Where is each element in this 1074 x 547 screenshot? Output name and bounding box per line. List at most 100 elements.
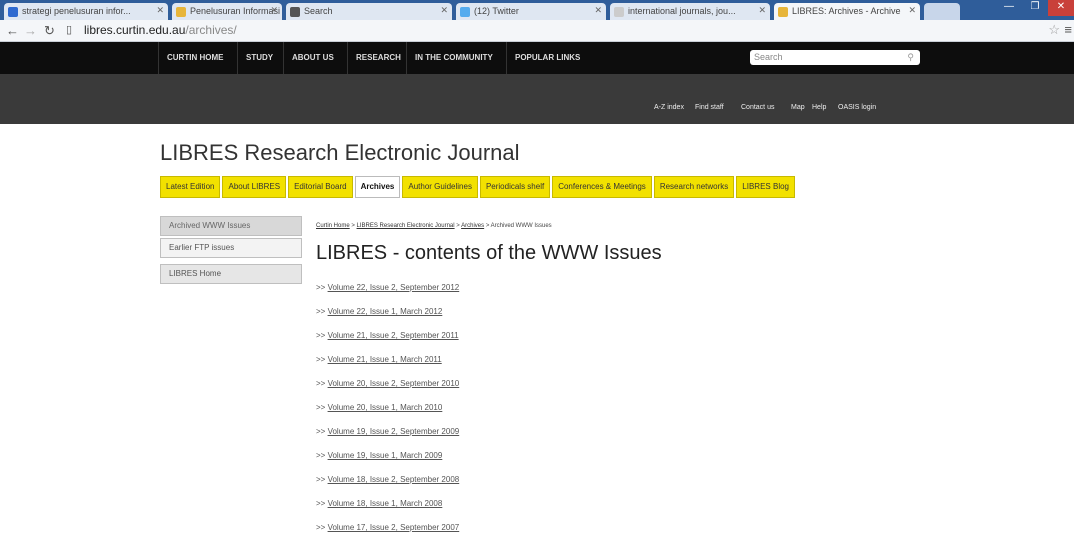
list-bullet: >> <box>316 475 326 484</box>
issue-link[interactable]: Volume 20, Issue 1, March 2010 <box>328 403 443 412</box>
section-tabs: Latest Edition About LIBRES Editorial Bo… <box>160 176 795 198</box>
breadcrumb-separator: > <box>485 223 490 229</box>
subnav-help[interactable]: Help <box>812 104 826 111</box>
breadcrumb-current: Archived WWW Issues <box>490 223 552 229</box>
url-field[interactable]: libres.curtin.edu.au/archives/ <box>84 23 237 37</box>
list-item: >> Volume 19, Issue 1, March 2009 <box>316 451 459 475</box>
list-bullet: >> <box>316 379 326 388</box>
close-tab-icon[interactable]: ✕ <box>270 5 278 16</box>
list-item: >> Volume 19, Issue 2, September 2009 <box>316 427 459 451</box>
breadcrumb-separator: > <box>351 223 355 229</box>
address-bar: ← → ↻ ▯ libres.curtin.edu.au/archives/ ☆… <box>0 20 1074 42</box>
subnav-find-staff[interactable]: Find staff <box>695 104 724 111</box>
list-item: >> Volume 21, Issue 2, September 2011 <box>316 331 459 355</box>
tab-conferences[interactable]: Conferences & Meetings <box>552 176 652 198</box>
subnav-contact-us[interactable]: Contact us <box>741 104 774 111</box>
favicon-icon <box>8 7 18 17</box>
tab-libres-blog[interactable]: LIBRES Blog <box>736 176 795 198</box>
new-tab-button[interactable] <box>924 3 960 20</box>
tab-about-libres[interactable]: About LIBRES <box>222 176 287 198</box>
list-bullet: >> <box>316 427 326 436</box>
list-item: >> Volume 18, Issue 2, September 2008 <box>316 475 459 499</box>
favicon-icon <box>778 7 788 17</box>
restore-icon[interactable]: ❐ <box>1022 0 1048 16</box>
issue-link[interactable]: Volume 20, Issue 2, September 2010 <box>328 379 460 388</box>
url-path: /archives/ <box>185 23 237 37</box>
loading-icon <box>614 7 624 17</box>
sidebar-item-earlier-ftp[interactable]: Earlier FTP issues <box>160 238 302 258</box>
browser-tab[interactable]: international journals, jou... ✕ <box>610 3 770 20</box>
issue-link[interactable]: Volume 19, Issue 1, March 2009 <box>328 451 443 460</box>
tab-author-guidelines[interactable]: Author Guidelines <box>402 176 478 198</box>
subnav-oasis-login[interactable]: OASIS login <box>838 104 876 111</box>
breadcrumb-separator: > <box>456 223 460 229</box>
sidebar-item-archived-www[interactable]: Archived WWW Issues <box>160 216 302 236</box>
back-icon[interactable]: ← <box>6 23 19 38</box>
bookmark-star-icon[interactable]: ☆ <box>1048 22 1060 38</box>
issue-link[interactable]: Volume 17, Issue 2, September 2007 <box>328 523 460 532</box>
search-input[interactable]: Search ⚲ <box>750 50 920 65</box>
close-tab-icon[interactable]: ✕ <box>440 5 448 16</box>
topnav-community[interactable]: IN THE COMMUNITY <box>406 42 501 74</box>
breadcrumb-link[interactable]: Curtin Home <box>316 223 350 229</box>
list-bullet: >> <box>316 307 326 316</box>
browser-tab[interactable]: (12) Twitter ✕ <box>456 3 606 20</box>
issue-link[interactable]: Volume 22, Issue 2, September 2012 <box>328 283 460 292</box>
breadcrumb: Curtin Home > LIBRES Research Electronic… <box>316 223 552 229</box>
list-bullet: >> <box>316 499 326 508</box>
close-tab-icon[interactable]: ✕ <box>908 5 916 16</box>
utility-navigation: A-Z index Find staff Contact us Map Help… <box>0 74 1074 124</box>
list-bullet: >> <box>316 331 326 340</box>
close-icon[interactable]: ✕ <box>1048 0 1074 16</box>
tab-research-networks[interactable]: Research networks <box>653 176 735 198</box>
tab-title: LIBRES: Archives - Archive <box>792 6 901 16</box>
tab-editorial-board[interactable]: Editorial Board <box>288 176 353 198</box>
search-placeholder: Search <box>754 52 783 62</box>
list-item: >> Volume 21, Issue 1, March 2011 <box>316 355 459 379</box>
tab-archives[interactable]: Archives <box>354 176 401 198</box>
issue-link[interactable]: Volume 19, Issue 2, September 2009 <box>328 427 460 436</box>
list-item: >> Volume 20, Issue 1, March 2010 <box>316 403 459 427</box>
sidebar-item-libres-home[interactable]: LIBRES Home <box>160 264 302 284</box>
favicon-icon <box>176 7 186 17</box>
tab-title: international journals, jou... <box>628 6 736 16</box>
search-icon[interactable]: ⚲ <box>907 50 914 65</box>
tab-title: Penelusuran Informasi Ilm... <box>190 6 282 16</box>
issue-link[interactable]: Volume 21, Issue 2, September 2011 <box>328 331 459 340</box>
list-item: >> Volume 20, Issue 2, September 2010 <box>316 379 459 403</box>
tab-title: strategi penelusuran infor... <box>22 6 131 16</box>
tab-latest-edition[interactable]: Latest Edition <box>160 176 221 198</box>
breadcrumb-link[interactable]: LIBRES Research Electronic Journal <box>357 223 455 229</box>
close-tab-icon[interactable]: ✕ <box>594 5 602 16</box>
topnav-research[interactable]: RESEARCH <box>347 42 409 74</box>
list-item: >> Volume 22, Issue 1, March 2012 <box>316 307 459 331</box>
topnav-popular-links[interactable]: POPULAR LINKS <box>506 42 588 74</box>
list-item: >> Volume 17, Issue 2, September 2007 <box>316 523 459 547</box>
menu-icon[interactable]: ≡ <box>1064 22 1072 37</box>
forward-icon[interactable]: → <box>24 23 37 38</box>
minimize-icon[interactable]: — <box>996 0 1022 16</box>
issue-link[interactable]: Volume 18, Issue 2, September 2008 <box>328 475 460 484</box>
topnav-study[interactable]: STUDY <box>237 42 281 74</box>
page-title: LIBRES - contents of the WWW Issues <box>316 242 662 264</box>
browser-tab[interactable]: Search ✕ <box>286 3 452 20</box>
subnav-az-index[interactable]: A-Z index <box>654 104 684 111</box>
breadcrumb-link[interactable]: Archives <box>461 223 484 229</box>
reload-icon[interactable]: ↻ <box>44 23 55 39</box>
browser-tab[interactable]: Penelusuran Informasi Ilm... ✕ <box>172 3 282 20</box>
list-bullet: >> <box>316 403 326 412</box>
issue-link[interactable]: Volume 18, Issue 1, March 2008 <box>328 499 443 508</box>
tab-periodicals-shelf[interactable]: Periodicals shelf <box>479 176 551 198</box>
close-tab-icon[interactable]: ✕ <box>758 5 766 16</box>
window-controls: — ❐ ✕ <box>996 0 1074 16</box>
browser-tab[interactable]: strategi penelusuran infor... ✕ <box>4 3 168 20</box>
subnav-map[interactable]: Map <box>791 104 805 111</box>
topnav-curtin-home[interactable]: CURTIN HOME <box>158 42 231 74</box>
topnav-about-us[interactable]: ABOUT US <box>283 42 342 74</box>
issue-link[interactable]: Volume 22, Issue 1, March 2012 <box>328 307 443 316</box>
browser-tab-active[interactable]: LIBRES: Archives - Archive ✕ <box>774 3 920 20</box>
list-item: >> Volume 22, Issue 2, September 2012 <box>316 283 459 307</box>
issue-link[interactable]: Volume 21, Issue 1, March 2011 <box>328 355 442 364</box>
site-title: LIBRES Research Electronic Journal <box>160 140 520 165</box>
close-tab-icon[interactable]: ✕ <box>156 5 164 16</box>
